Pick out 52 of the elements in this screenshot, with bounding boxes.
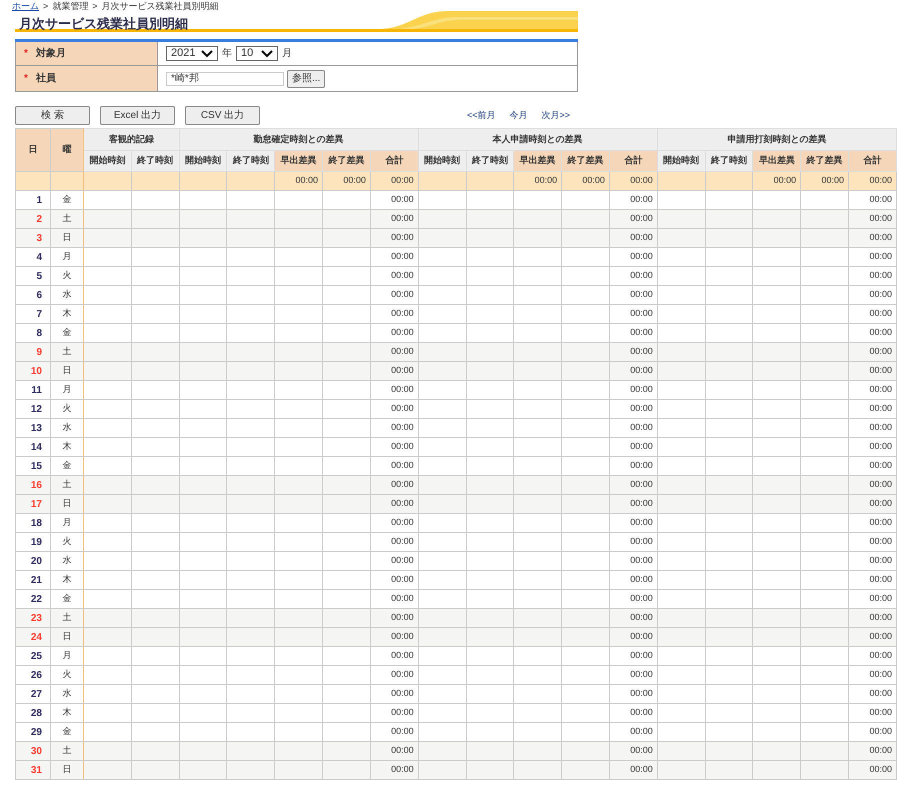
- month-nav-link[interactable]: 次月>>: [541, 108, 570, 122]
- column-header: 終了差異: [800, 150, 848, 172]
- total-cell: 00:00: [609, 760, 658, 780]
- column-header: 開始時刻: [179, 150, 227, 172]
- column-header: 合計: [609, 150, 658, 172]
- column-header: 終了時刻: [131, 150, 180, 172]
- action-button[interactable]: Excel 出力: [100, 106, 175, 125]
- month-nav-link[interactable]: <<前月: [466, 108, 496, 122]
- column-header: 早出差異: [752, 150, 801, 172]
- year-unit: 年: [222, 47, 232, 61]
- page-title: 月次サービス残業社員別明細: [18, 16, 188, 31]
- month-select[interactable]: 10: [236, 46, 278, 61]
- column-header: 合計: [848, 150, 896, 172]
- weekday-cell: 日: [50, 760, 84, 780]
- group-header: 申請用打刻時刻との差異: [657, 128, 896, 150]
- form-label: * 社員: [16, 66, 158, 91]
- column-header: 終了差異: [322, 150, 370, 172]
- month-unit: 月: [282, 47, 292, 61]
- column-header: 終了時刻: [226, 150, 275, 172]
- column-header: 開始時刻: [657, 150, 706, 172]
- total-cell: 00:00: [848, 760, 896, 780]
- year-select[interactable]: 2021: [166, 46, 218, 61]
- column-header: 早出差異: [514, 150, 562, 172]
- column-header: 開始時刻: [84, 150, 132, 172]
- column-header: 開始時刻: [418, 150, 466, 172]
- breadcrumb-separator: >: [92, 2, 98, 10]
- form-label: * 対象月: [16, 42, 158, 65]
- breadcrumb-item: 就業管理: [52, 2, 88, 10]
- browse-button[interactable]: 参照...: [287, 70, 326, 88]
- action-button[interactable]: CSV 出力: [185, 106, 260, 125]
- chevron-down-icon: [261, 50, 273, 58]
- action-button[interactable]: 検 索: [15, 106, 90, 125]
- column-header: 終了時刻: [466, 150, 514, 172]
- column-header: 終了差異: [562, 150, 610, 172]
- column-header: 曜: [50, 128, 84, 172]
- group-header: 勤怠確定時刻との差異: [179, 128, 418, 150]
- group-header: 客観的記録: [84, 128, 180, 150]
- chevron-down-icon: [201, 50, 213, 58]
- employee-field[interactable]: *崎*邦: [166, 72, 284, 86]
- column-header: 日: [16, 128, 50, 172]
- required-mark: *: [24, 47, 28, 61]
- total-cell: 00:00: [370, 760, 418, 780]
- column-header: 終了時刻: [705, 150, 753, 172]
- day-cell: 31: [16, 760, 50, 780]
- breadcrumb-link[interactable]: ホーム: [12, 2, 39, 10]
- month-nav-link[interactable]: 今月: [509, 108, 528, 122]
- column-header: 早出差異: [274, 150, 323, 172]
- group-header: 本人申請時刻との差異: [418, 128, 658, 150]
- required-mark: *: [24, 72, 28, 86]
- breadcrumb-item: 月次サービス残業社員別明細: [102, 2, 219, 10]
- breadcrumb-separator: >: [43, 2, 48, 10]
- column-header: 合計: [370, 150, 418, 172]
